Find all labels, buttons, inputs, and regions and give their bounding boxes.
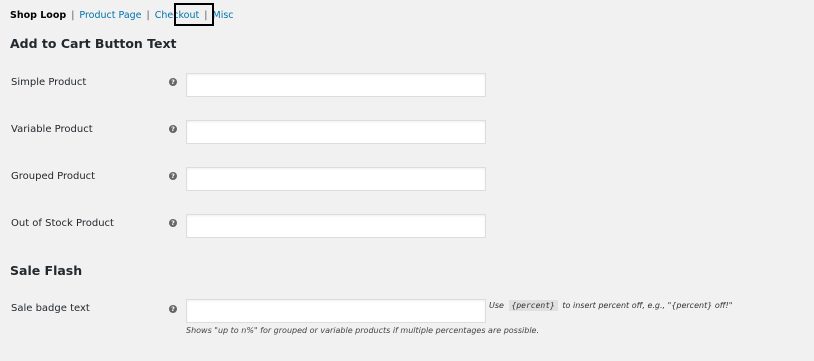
subnav-shop-loop[interactable]: Shop Loop — [10, 10, 66, 21]
note-prefix: Use — [489, 301, 504, 310]
grouped-product-label: Grouped Product — [11, 171, 96, 182]
subnav-product-page[interactable]: Product Page — [79, 10, 141, 21]
section-title-sale-flash: Sale Flash — [10, 263, 83, 278]
out-of-stock-product-label: Out of Stock Product — [11, 218, 114, 229]
sale-badge-note: Use {percent} to insert percent off, e.g… — [489, 300, 732, 312]
sale-badge-text-input[interactable] — [186, 299, 486, 323]
question-circle-icon[interactable]: ? — [169, 219, 177, 227]
question-circle-icon[interactable]: ? — [169, 305, 177, 313]
variable-product-label: Variable Product — [11, 124, 93, 135]
misc-highlight-box — [174, 3, 214, 26]
subnav-separator: | — [71, 10, 75, 21]
note-suffix: to insert percent off, e.g., "{percent} … — [562, 301, 733, 310]
simple-product-label: Simple Product — [11, 77, 87, 88]
sale-badge-text-label: Sale badge text — [11, 303, 90, 314]
percent-placeholder-code: {percent} — [508, 300, 558, 311]
simple-product-input[interactable] — [186, 73, 486, 97]
question-circle-icon[interactable]: ? — [169, 78, 177, 86]
section-title-add-to-cart: Add to Cart Button Text — [10, 36, 177, 51]
variable-product-input[interactable] — [186, 120, 486, 144]
question-circle-icon[interactable]: ? — [169, 172, 177, 180]
out-of-stock-product-input[interactable] — [186, 214, 486, 238]
subnav-separator: | — [146, 10, 150, 21]
question-circle-icon[interactable]: ? — [169, 125, 177, 133]
subnav-misc[interactable]: Misc — [213, 10, 234, 21]
sale-badge-description: Shows "up to n%" for grouped or variable… — [186, 326, 540, 335]
grouped-product-input[interactable] — [186, 167, 486, 191]
